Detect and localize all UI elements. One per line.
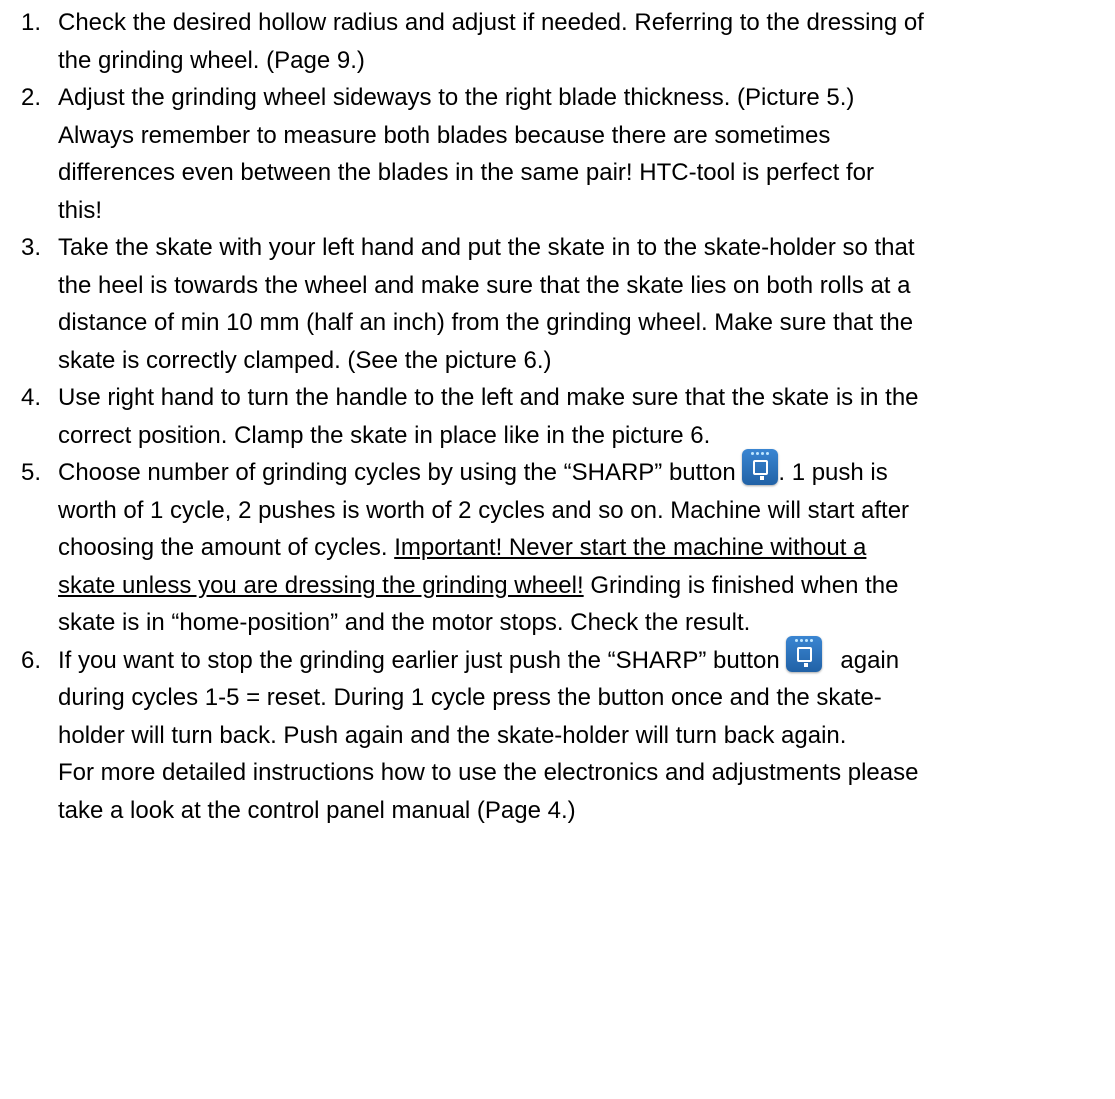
item-text: Grinding is finished when the [583,571,899,599]
item-text-line: Always remember to measure both blades b… [58,121,831,149]
item-text-line: the heel is towards the wheel and make s… [58,271,911,299]
item-text: again [840,646,900,674]
item-text-line: Adjust the grinding wheel sideways to th… [58,84,855,111]
item-text: choosing the amount of cycles. [58,534,395,562]
item-text-line: correct position. Clamp the skate in pla… [58,421,711,449]
item-text-line: skate unless you are dressing the grindi… [58,567,1115,605]
item-number: 2. [21,84,42,111]
item-text-line: take a look at the control panel manual … [58,796,576,824]
document-page: 1. Check the desired hollow radius and a… [0,0,1115,1099]
item-text-line: Take the skate with your left hand and p… [58,234,915,261]
list-item: 4. Use right hand to turn the handle to … [0,379,1115,454]
item-text-line: during cycles 1-5 = reset. During 1 cycl… [58,684,882,712]
item-text-line: skate is in “home-position” and the moto… [58,609,751,637]
list-item: 3. Take the skate with your left hand an… [0,229,1115,379]
item-number: 4. [21,384,42,411]
item-text-line: worth of 1 cycle, 2 pushes is worth of 2… [58,496,910,524]
item-text-line: choosing the amount of cycles. Important… [58,529,1115,567]
item-text-line: differences even between the blades in t… [58,159,874,186]
list-item: 6. If you want to stop the grinding earl… [0,636,1115,830]
item-text-line: If you want to stop the grinding earlier… [58,636,1115,680]
item-text-line: distance of min 10 mm (half an inch) fro… [58,309,914,336]
item-text-line: holder will turn back. Push again and th… [58,721,847,749]
item-text-line: Choose number of grinding cycles by usin… [58,448,1115,492]
item-number: 3. [21,234,42,261]
sharp-button-icon [742,448,779,485]
item-text-line: this! [58,196,103,224]
item-text: . 1 push is [778,459,888,486]
important-warning-text: skate unless you are dressing the grindi… [58,571,584,599]
item-text-line: skate is correctly clamped. (See the pic… [58,346,552,374]
instruction-list: 1. Check the desired hollow radius and a… [0,4,1115,829]
important-warning-text: Important! Never start the machine witho… [394,534,867,562]
item-number: 5. [21,459,42,486]
item-text: Choose number of grinding cycles by usin… [58,459,743,486]
item-number: 6. [21,646,42,674]
list-item: 2. Adjust the grinding wheel sideways to… [0,79,1115,229]
sharp-button-icon [786,636,823,673]
list-item: 1. Check the desired hollow radius and a… [0,4,1115,79]
list-item: 5. Choose number of grinding cycles by u… [0,448,1115,642]
item-text-line: Use right hand to turn the handle to the… [58,384,919,411]
item-text-line: the grinding wheel. (Page 9.) [58,46,365,74]
item-text-line: For more detailed instructions how to us… [58,759,919,787]
item-text: If you want to stop the grinding earlier… [58,646,787,674]
item-text-line: Check the desired hollow radius and adju… [58,9,924,36]
item-number: 1. [21,9,42,36]
